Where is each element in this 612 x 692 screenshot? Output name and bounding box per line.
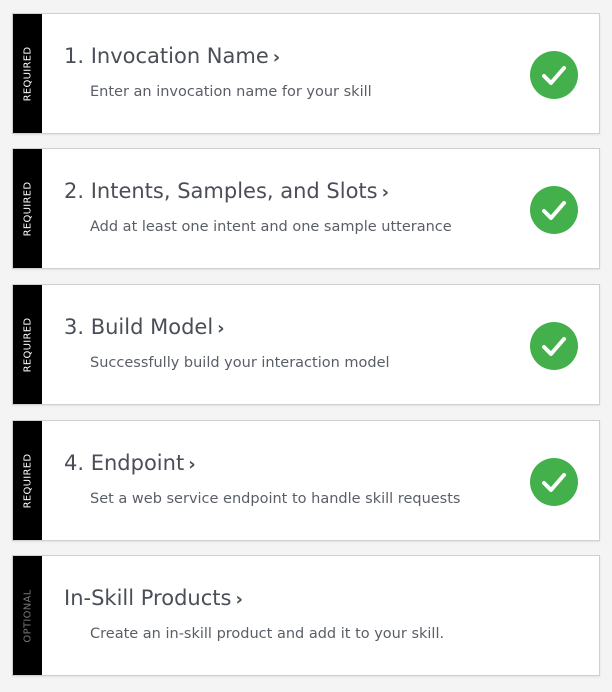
chevron-right-icon: › (272, 47, 281, 68)
step-description: Set a web service endpoint to handle ski… (90, 491, 461, 507)
step-link[interactable]: In-Skill Products › (64, 586, 243, 610)
optional-strip: OPTIONAL (13, 556, 42, 675)
chevron-right-icon: › (235, 589, 243, 610)
required-label: REQUIRED (22, 181, 33, 236)
checkmark-icon (530, 51, 578, 99)
required-strip: REQUIRED (13, 14, 42, 133)
step-card-intents[interactable]: REQUIRED 2. Intents, Samples, and Slots ›… (12, 148, 600, 269)
step-title: 2. Intents, Samples, and Slots (64, 179, 378, 203)
step-title: 4. Endpoint (64, 451, 185, 475)
chevron-right-icon: › (217, 318, 225, 339)
step-link[interactable]: 2. Intents, Samples, and Slots › (64, 179, 389, 203)
checkmark-icon (530, 186, 578, 234)
step-description: Create an in-skill product and add it to… (90, 626, 445, 642)
chevron-right-icon: › (188, 454, 196, 475)
step-link[interactable]: 3. Build Model › (64, 315, 225, 339)
step-title: 1. Invocation Name (64, 44, 269, 68)
step-title: 3. Build Model (64, 315, 214, 339)
required-label: REQUIRED (22, 453, 33, 508)
chevron-right-icon: › (381, 182, 390, 203)
step-card-build-model[interactable]: REQUIRED 3. Build Model › Successfully bu… (12, 284, 600, 405)
step-description: Successfully build your interaction mode… (90, 355, 390, 371)
step-card-endpoint[interactable]: REQUIRED 4. Endpoint › Set a web service … (12, 420, 600, 541)
checkmark-icon (530, 322, 578, 370)
checkmark-icon (530, 458, 578, 506)
step-title: In-Skill Products (64, 586, 232, 610)
step-link[interactable]: 1. Invocation Name › (64, 44, 280, 68)
step-link[interactable]: 4. Endpoint › (64, 451, 196, 475)
required-label: REQUIRED (22, 317, 33, 372)
required-strip: REQUIRED (13, 421, 42, 540)
step-description: Enter an invocation name for your skill (90, 84, 372, 100)
required-label: REQUIRED (22, 46, 33, 101)
step-card-in-skill-products[interactable]: OPTIONAL In-Skill Products › Create an in… (12, 555, 600, 676)
optional-label: OPTIONAL (22, 588, 33, 643)
required-strip: REQUIRED (13, 149, 42, 268)
step-card-invocation-name[interactable]: REQUIRED 1. Invocation Name › Enter an in… (12, 13, 600, 134)
step-description: Add at least one intent and one sample u… (90, 219, 452, 235)
required-strip: REQUIRED (13, 285, 42, 404)
